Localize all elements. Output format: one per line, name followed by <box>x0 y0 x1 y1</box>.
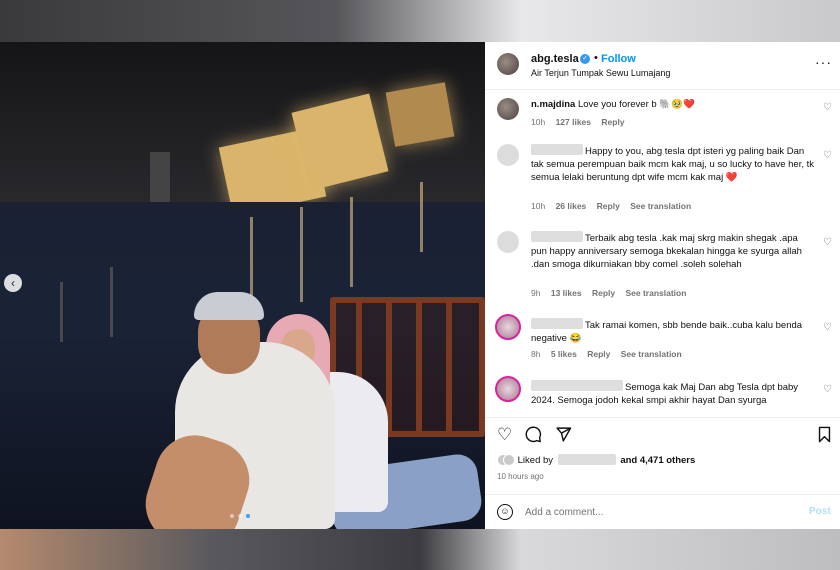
carousel-dots <box>230 514 250 518</box>
verified-icon: ✓ <box>580 54 590 64</box>
post-photo[interactable]: ‹ <box>0 42 485 529</box>
comments-list[interactable]: n.majdina Love you forever b 🐘🥹❤️ 10h 12… <box>485 90 840 417</box>
share-icon[interactable] <box>555 426 572 447</box>
light-reflection <box>350 197 353 287</box>
heart-icon[interactable]: ♡ <box>823 102 832 113</box>
heart-icon[interactable]: ♡ <box>823 384 832 395</box>
heart-icon[interactable]: ♡ <box>823 322 832 333</box>
backdrop-top <box>0 0 840 42</box>
comment-meta: 9h 13 likes Reply See translation <box>531 288 694 298</box>
man-cap <box>194 292 264 320</box>
redacted-username <box>531 318 583 329</box>
reply-button[interactable]: Reply <box>597 201 620 211</box>
comment-text: Love you forever b 🐘🥹❤️ <box>577 99 695 110</box>
author-avatar[interactable] <box>497 53 519 75</box>
rail-bar <box>416 303 422 431</box>
author-username[interactable]: abg.tesla <box>531 53 579 65</box>
comment-meta: 10h 127 likes Reply <box>531 117 633 127</box>
liker-avatar <box>503 454 515 466</box>
carousel-dot <box>230 514 234 518</box>
reply-button[interactable]: Reply <box>592 288 615 298</box>
comment-body: Tak ramai komen, sbb bende baik..cuba ka… <box>531 318 816 345</box>
liked-by-label: Liked by <box>517 455 554 466</box>
post-actions-bar: ♡ <box>485 417 840 451</box>
comment-item: Happy to you, abg tesla dpt isteri yg pa… <box>485 138 840 224</box>
see-translation-button[interactable]: See translation <box>625 288 686 298</box>
likes-summary[interactable]: Liked by and 4,471 others <box>497 454 695 470</box>
redacted-username <box>557 454 616 465</box>
redacted-username <box>531 231 583 242</box>
likes-count[interactable]: and 4,471 others <box>620 455 695 466</box>
comment-item: Tak ramai komen, sbb bende baik..cuba ka… <box>485 312 840 372</box>
heart-icon[interactable]: ♡ <box>823 150 832 161</box>
comment-meta: 10h 26 likes Reply See translation <box>531 201 699 211</box>
commenter-avatar[interactable] <box>495 314 521 340</box>
comment-body: Terbaik abg tesla .kak maj skrg makin sh… <box>531 231 816 271</box>
commenter-avatar[interactable] <box>495 376 521 402</box>
post-timestamp: 10 hours ago <box>497 472 544 481</box>
comment-meta: 8h 5 likes Reply See translation <box>531 349 690 359</box>
light-reflection <box>420 182 423 252</box>
see-translation-button[interactable]: See translation <box>630 201 691 211</box>
header-separator: • <box>594 52 598 64</box>
see-translation-button[interactable]: See translation <box>621 349 682 359</box>
comment-item: Terbaik abg tesla .kak maj skrg makin sh… <box>485 225 840 311</box>
lit-building <box>385 82 455 147</box>
carousel-dot-active <box>246 514 250 518</box>
comment-input[interactable] <box>525 504 795 520</box>
light-reflection <box>110 267 113 337</box>
post-header: abg.tesla ✓ • Follow Air Terjun Tumpak S… <box>485 42 840 90</box>
chevron-left-icon[interactable]: ‹ <box>4 274 22 292</box>
commenter-avatar[interactable] <box>497 144 519 166</box>
light-reflection <box>300 207 303 302</box>
post-location[interactable]: Air Terjun Tumpak Sewu Lumajang <box>531 68 670 78</box>
commenter-avatar[interactable] <box>497 98 519 120</box>
carousel-dot <box>238 514 242 518</box>
comment-time: 9h <box>531 288 541 298</box>
add-comment-bar: ☺ Post <box>485 494 840 529</box>
comment-time: 10h <box>531 117 546 127</box>
redacted-username <box>531 380 623 391</box>
comment-likes[interactable]: 26 likes <box>556 201 587 211</box>
commenter-username[interactable]: n.majdina <box>531 99 575 110</box>
rail-bar <box>446 303 452 431</box>
reply-button[interactable]: Reply <box>587 349 610 359</box>
backdrop-bottom <box>0 529 840 570</box>
bookmark-icon[interactable] <box>817 426 832 447</box>
redacted-username <box>531 144 583 155</box>
comment-item: n.majdina Love you forever b 🐘🥹❤️ 10h 12… <box>485 92 840 142</box>
post-sidebar: abg.tesla ✓ • Follow Air Terjun Tumpak S… <box>485 42 840 529</box>
more-horizontal-icon[interactable]: ··· <box>815 54 832 70</box>
comment-time: 8h <box>531 349 541 359</box>
heart-icon[interactable]: ♡ <box>497 426 512 444</box>
reply-button[interactable]: Reply <box>601 117 624 127</box>
comment-time: 10h <box>531 201 546 211</box>
commenter-avatar[interactable] <box>497 231 519 253</box>
light-reflection <box>250 217 253 297</box>
comment-likes[interactable]: 13 likes <box>551 288 582 298</box>
comment-likes[interactable]: 5 likes <box>551 349 577 359</box>
comment-body: Happy to you, abg tesla dpt isteri yg pa… <box>531 144 816 184</box>
post-comment-button[interactable]: Post <box>809 506 831 517</box>
comment-likes[interactable]: 127 likes <box>556 117 591 127</box>
comment-item: Semoga kak Maj Dan abg Tesla dpt baby 20… <box>485 374 840 417</box>
comment-icon[interactable] <box>525 426 542 447</box>
comment-body: n.majdina Love you forever b 🐘🥹❤️ <box>531 98 816 111</box>
comment-body: Semoga kak Maj Dan abg Tesla dpt baby 20… <box>531 380 816 407</box>
light-reflection <box>60 282 63 342</box>
emoji-icon[interactable]: ☺ <box>497 504 513 520</box>
heart-icon[interactable]: ♡ <box>823 237 832 248</box>
follow-button[interactable]: Follow <box>601 53 636 65</box>
